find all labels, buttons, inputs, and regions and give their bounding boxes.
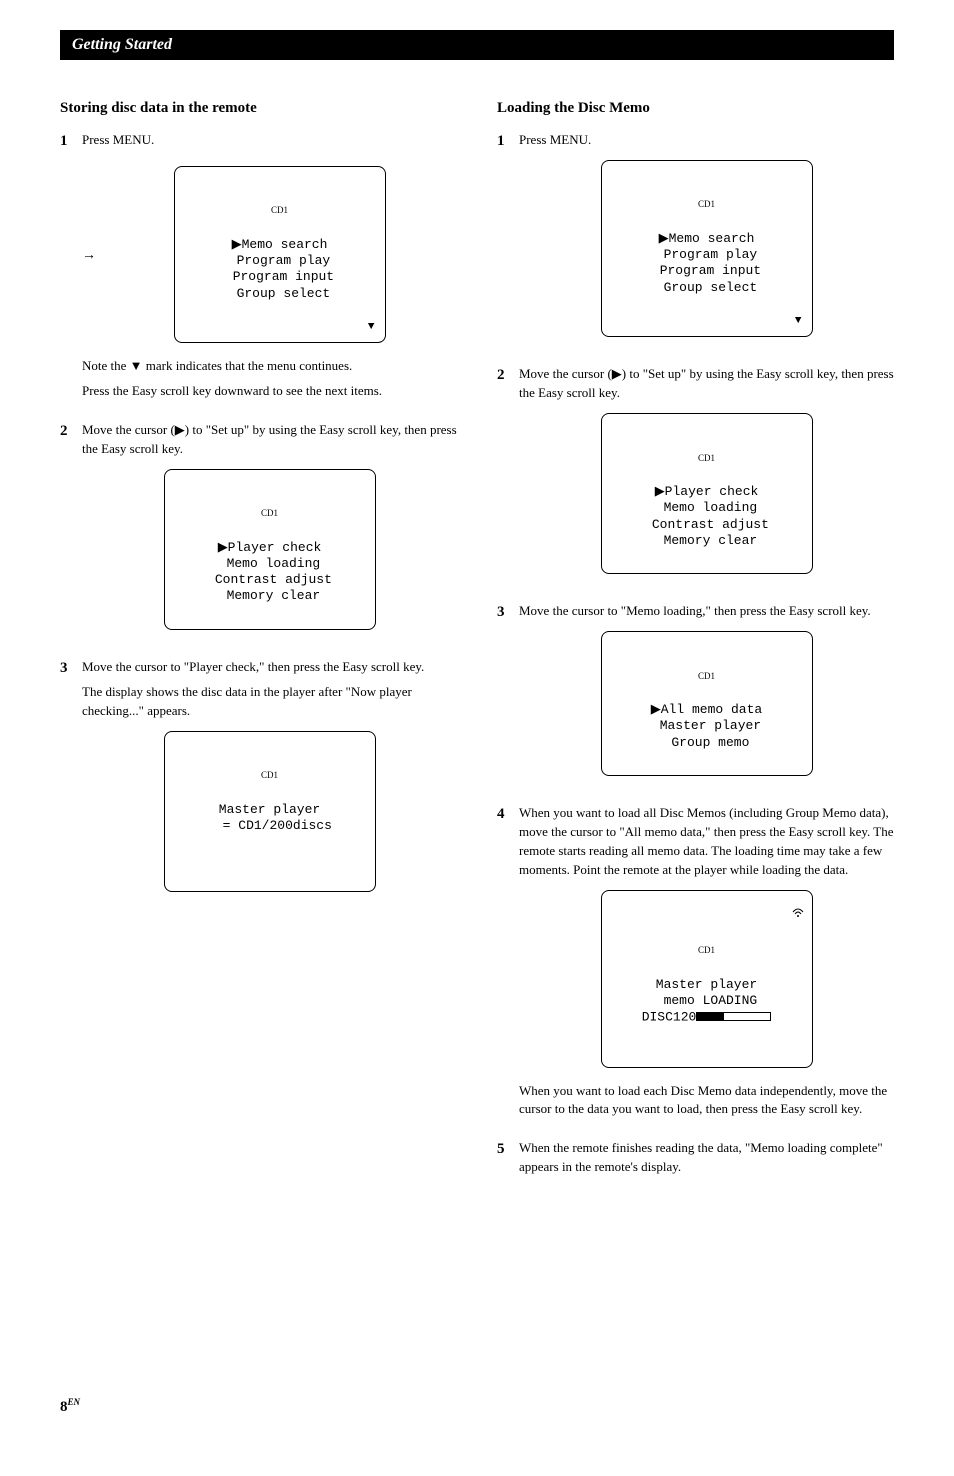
step-number: 1	[60, 131, 82, 407]
lcd-line: Memo loading	[656, 500, 757, 515]
lcd-screen: CD1 Master player = CD1/200discs	[164, 731, 376, 892]
step-text: Move the cursor (▶) to "Set up" by using…	[519, 365, 894, 403]
lcd-line: Contrast adjust	[207, 572, 332, 587]
step-text: When you want to load all Disc Memos (in…	[519, 804, 894, 879]
lcd-line: DISC120	[642, 1010, 697, 1025]
lcd-screen: CD1 ▶All memo data Master player Group m…	[601, 631, 813, 776]
step-number: 5	[497, 1139, 519, 1183]
lcd-screen: CD1 ▶Memo search Program play Program in…	[174, 166, 386, 344]
down-arrow-icon: ▼	[368, 321, 375, 335]
step-text: Move the cursor to "Player check," then …	[82, 658, 457, 677]
pointer-arrow-icon: →	[82, 246, 96, 266]
lcd-line: ▶Player check	[218, 540, 322, 555]
lcd-line: Master player	[652, 718, 761, 733]
signal-icon	[673, 895, 804, 938]
lcd-line: Memo loading	[219, 556, 320, 571]
right-title: Loading the Disc Memo	[497, 100, 894, 117]
lcd-line: Program input	[225, 269, 334, 284]
step-text: Move the cursor to "Memo loading," then …	[519, 602, 894, 621]
step-number: 2	[60, 421, 82, 644]
step-text: Press MENU.	[519, 131, 894, 150]
step-note: Note the ▼ mark indicates that the menu …	[82, 357, 457, 376]
lcd-header: CD1	[175, 770, 365, 781]
step-text: When the remote finishes reading the dat…	[519, 1139, 894, 1177]
lcd-line: ▶Player check	[655, 484, 759, 499]
step-number: 2	[497, 365, 519, 588]
step-note: Press the Easy scroll key downward to se…	[82, 382, 457, 401]
lcd-line: Master player	[656, 977, 757, 992]
left-title: Storing disc data in the remote	[60, 100, 457, 117]
lcd-line: ▶Memo search	[659, 231, 755, 246]
lcd-header: CD1	[175, 508, 365, 519]
lcd-line: memo LOADING	[656, 993, 757, 1008]
lcd-line: Program play	[229, 253, 330, 268]
right-column: Loading the Disc Memo 1 Press MENU. CD1 …	[497, 100, 894, 1197]
lcd-line: Memory clear	[656, 533, 757, 548]
progress-bar	[696, 1009, 771, 1025]
section-header: Getting Started	[60, 30, 894, 60]
step-text: Move the cursor (▶) to "Set up" by using…	[82, 421, 457, 459]
lcd-line: Program play	[656, 247, 757, 262]
step-number: 1	[497, 131, 519, 351]
step-text: Press MENU.	[82, 131, 457, 150]
lcd-header: CD1	[612, 945, 802, 956]
lcd-line: Group select	[229, 286, 330, 301]
lcd-line: Contrast adjust	[644, 517, 769, 532]
step-number: 4	[497, 804, 519, 1125]
lcd-line: = CD1/200discs	[207, 818, 332, 833]
lcd-line: Program input	[652, 263, 761, 278]
lcd-header: CD1	[612, 671, 802, 682]
lcd-header: CD1	[612, 199, 802, 210]
lcd-screen: CD1 ▶Memo search Program play Program in…	[601, 160, 813, 338]
left-column: Storing disc data in the remote 1 Press …	[60, 100, 457, 1197]
lcd-line: ▶Memo search	[232, 237, 328, 252]
down-arrow-icon: ▼	[795, 315, 802, 329]
lcd-line: Memory clear	[219, 588, 320, 603]
lcd-header: CD1	[612, 453, 802, 464]
step-number: 3	[497, 602, 519, 790]
lcd-header: CD1	[185, 205, 375, 216]
page-number: 8EN	[60, 1397, 894, 1416]
lcd-screen: CD1 Master player memo LOADING DISC120	[601, 890, 813, 1068]
lcd-line: ▶All memo data	[651, 702, 762, 717]
lcd-line: Group select	[656, 280, 757, 295]
lcd-screen: CD1 ▶Player check Memo loading Contrast …	[164, 469, 376, 630]
lcd-line: Master player	[219, 802, 320, 817]
step-number: 3	[60, 658, 82, 906]
lcd-line: Group memo	[664, 735, 750, 750]
step-after-text: When you want to load each Disc Memo dat…	[519, 1082, 894, 1120]
step-text: The display shows the disc data in the p…	[82, 683, 457, 721]
lcd-screen: CD1 ▶Player check Memo loading Contrast …	[601, 413, 813, 574]
